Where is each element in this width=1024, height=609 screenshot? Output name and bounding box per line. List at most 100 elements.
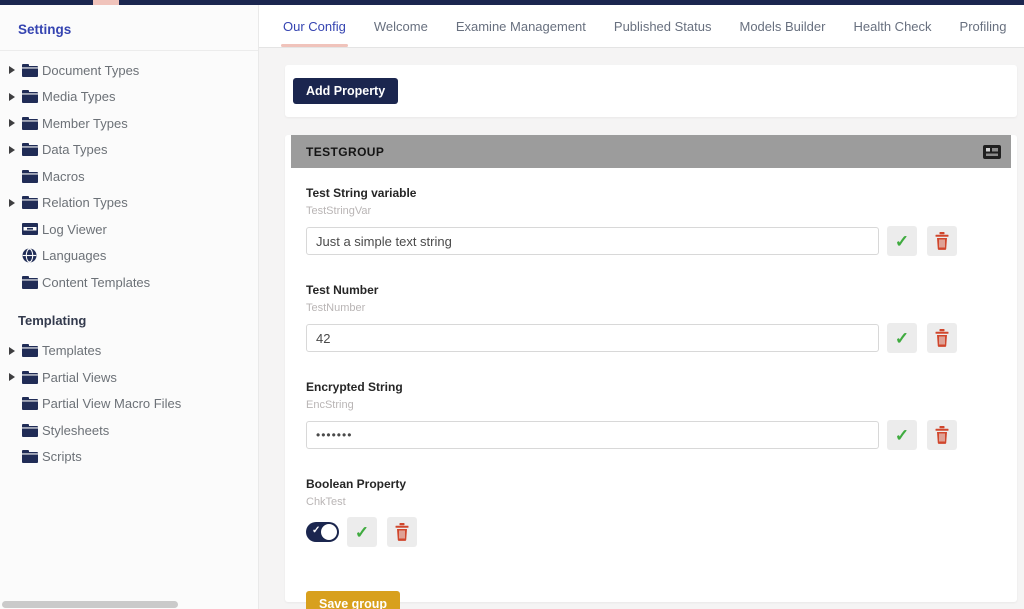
sidebar-item-partial-view-macro-files[interactable]: Partial View Macro Files — [0, 391, 258, 418]
folder-icon — [22, 371, 42, 384]
tab-profiling[interactable]: Profiling — [960, 5, 1007, 47]
tab-label: Profiling — [960, 19, 1007, 34]
sidebar-item-stylesheets[interactable]: Stylesheets — [0, 417, 258, 444]
sidebar-item-languages[interactable]: Languages — [0, 243, 258, 270]
tabs-strip: Our Config Welcome Examine Management Pu… — [259, 5, 1024, 47]
delete-button[interactable] — [927, 226, 957, 256]
property-editor-row: ✓ ✓ — [306, 517, 1017, 547]
group-header[interactable]: TESTGROUP — [291, 135, 1011, 168]
field-teststringvar: Test String variable TestStringVar ✓ — [306, 186, 1017, 256]
property-editor-row: ✓ — [306, 420, 1017, 450]
trash-icon — [934, 426, 950, 444]
folder-icon — [22, 196, 42, 209]
sidebar-item-label: Scripts — [42, 449, 82, 464]
add-property-button[interactable]: Add Property — [293, 78, 398, 104]
sidebar-item-label: Languages — [42, 248, 106, 263]
tab-examine-management[interactable]: Examine Management — [456, 5, 586, 47]
trash-icon — [934, 329, 950, 347]
sidebar-item-log-viewer[interactable]: Log Viewer — [0, 216, 258, 243]
folder-icon — [22, 344, 42, 357]
sidebar-item-templates[interactable]: Templates — [0, 338, 258, 365]
group-title: TESTGROUP — [306, 145, 384, 159]
tab-models-builder[interactable]: Models Builder — [739, 5, 825, 47]
field-encstring: Encrypted String EncString ✓ — [306, 380, 1017, 450]
property-editor-row: ✓ — [306, 323, 1017, 353]
delete-button[interactable] — [927, 323, 957, 353]
toolbar-card: Add Property — [285, 65, 1017, 117]
caret-icon[interactable] — [7, 119, 22, 127]
sidebar-item-partial-views[interactable]: Partial Views — [0, 364, 258, 391]
caret-icon[interactable] — [7, 66, 22, 74]
tab-our-config[interactable]: Our Config — [283, 5, 346, 47]
keyboard-icon[interactable] — [983, 145, 1001, 159]
approve-button[interactable]: ✓ — [887, 323, 917, 353]
templating-tree: Templates Partial Views Partial View Mac… — [0, 338, 258, 471]
sidebar-item-label: Partial Views — [42, 370, 117, 385]
fields-list: Test String variable TestStringVar ✓ Tes… — [285, 168, 1017, 547]
property-alias: EncString — [306, 399, 1017, 411]
tab-welcome[interactable]: Welcome — [374, 5, 428, 47]
input-encstring[interactable] — [306, 421, 879, 449]
sidebar-item-data-types[interactable]: Data Types — [0, 137, 258, 164]
delete-button[interactable] — [927, 420, 957, 450]
main-content: Add Property TESTGROUP Test String varia… — [259, 48, 1024, 609]
trash-icon — [394, 523, 410, 541]
folder-icon — [22, 117, 42, 130]
box-icon — [22, 223, 42, 235]
tab-published-status[interactable]: Published Status — [614, 5, 712, 47]
sidebar-item-member-types[interactable]: Member Types — [0, 110, 258, 137]
sidebar: Settings Document Types Media Types Memb… — [0, 5, 259, 609]
property-label: Boolean Property — [306, 477, 1017, 491]
caret-icon[interactable] — [7, 93, 22, 101]
caret-icon[interactable] — [7, 373, 22, 381]
approve-button[interactable]: ✓ — [887, 226, 917, 256]
tab-label: Our Config — [283, 19, 346, 34]
folder-icon — [22, 450, 42, 463]
sidebar-item-scripts[interactable]: Scripts — [0, 444, 258, 471]
property-alias: TestNumber — [306, 302, 1017, 314]
check-icon: ✓ — [312, 525, 320, 537]
sidebar-divider — [0, 50, 258, 51]
field-chktest: Boolean Property ChkTest ✓ ✓ — [306, 477, 1017, 547]
folder-icon — [22, 424, 42, 437]
sidebar-item-relation-types[interactable]: Relation Types — [0, 190, 258, 217]
folder-icon — [22, 170, 42, 183]
toggle-chktest[interactable]: ✓ — [306, 522, 339, 542]
top-bar-accent — [93, 0, 119, 5]
save-group-button[interactable]: Save group — [306, 591, 400, 609]
toggle-knob — [321, 524, 337, 540]
property-editor-row: ✓ — [306, 226, 1017, 256]
caret-icon[interactable] — [7, 199, 22, 207]
horizontal-scrollbar-thumb[interactable] — [2, 601, 178, 608]
sidebar-item-label: Macros — [42, 169, 85, 184]
section-title-templating: Templating — [18, 313, 258, 328]
sidebar-item-content-templates[interactable]: Content Templates — [0, 269, 258, 296]
approve-button[interactable]: ✓ — [347, 517, 377, 547]
input-teststringvar[interactable] — [306, 227, 879, 255]
globe-icon — [22, 248, 42, 263]
input-testnumber[interactable] — [306, 324, 879, 352]
settings-tree: Document Types Media Types Member Types … — [0, 57, 258, 296]
property-label: Test Number — [306, 283, 1017, 297]
sidebar-item-label: Partial View Macro Files — [42, 396, 181, 411]
tab-label: Welcome — [374, 19, 428, 34]
property-alias: TestStringVar — [306, 205, 1017, 217]
caret-icon[interactable] — [7, 146, 22, 154]
check-icon: ✓ — [895, 330, 909, 347]
folder-icon — [22, 397, 42, 410]
top-bar — [0, 0, 1024, 5]
sidebar-item-label: Data Types — [42, 142, 108, 157]
trash-icon — [934, 232, 950, 250]
section-title-settings: Settings — [18, 22, 258, 37]
sidebar-item-macros[interactable]: Macros — [0, 163, 258, 190]
approve-button[interactable]: ✓ — [887, 420, 917, 450]
delete-button[interactable] — [387, 517, 417, 547]
sidebar-item-label: Stylesheets — [42, 423, 109, 438]
folder-icon — [22, 64, 42, 77]
sidebar-item-label: Media Types — [42, 89, 115, 104]
sidebar-item-media-types[interactable]: Media Types — [0, 84, 258, 111]
caret-icon[interactable] — [7, 347, 22, 355]
tab-label: Examine Management — [456, 19, 586, 34]
tab-health-check[interactable]: Health Check — [853, 5, 931, 47]
sidebar-item-document-types[interactable]: Document Types — [0, 57, 258, 84]
